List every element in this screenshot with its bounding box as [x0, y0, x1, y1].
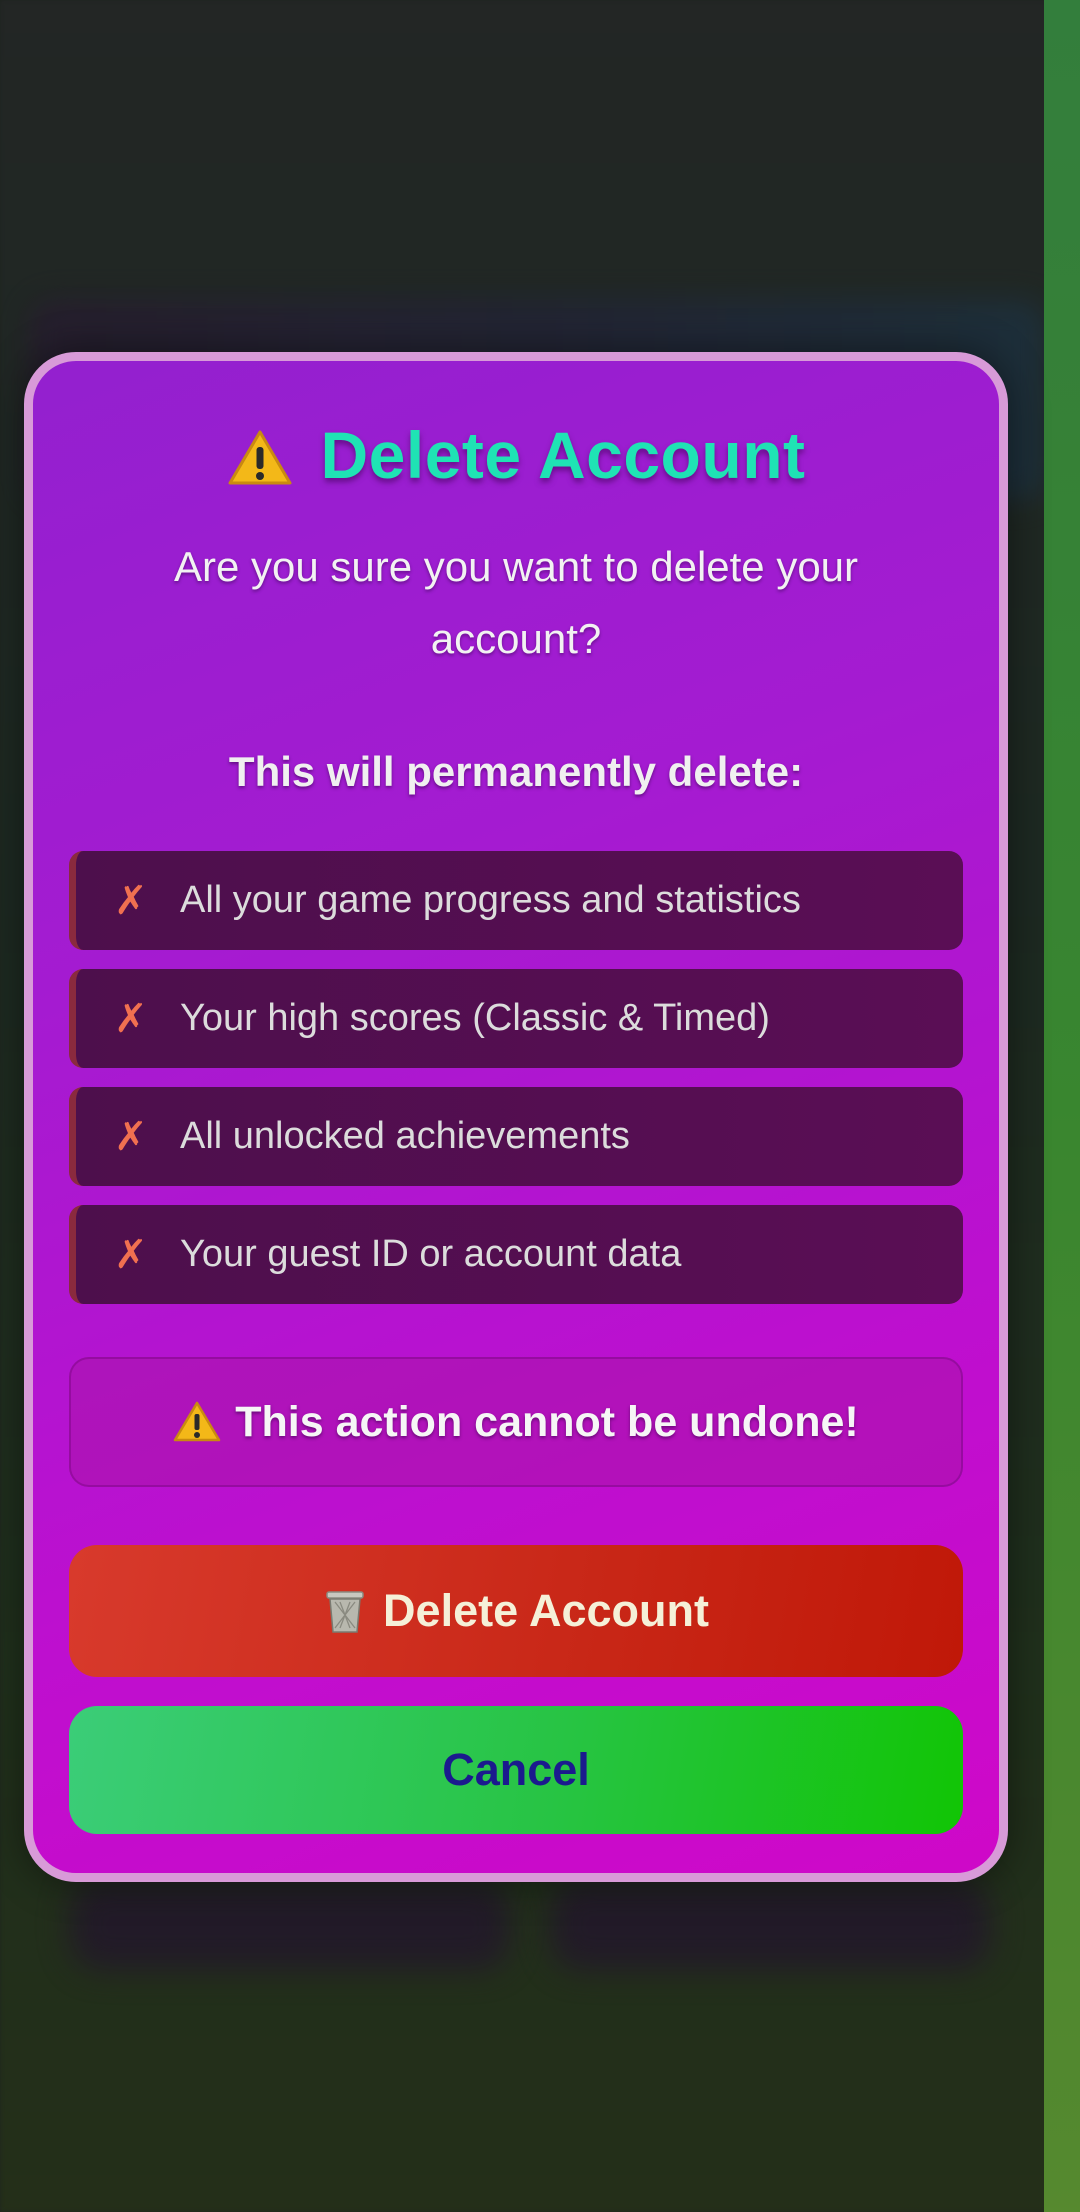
- list-item-text: Your guest ID or account data: [180, 1233, 682, 1275]
- list-item-text: All unlocked achievements: [180, 1115, 630, 1157]
- irreversible-warning-text: This action cannot be undone!: [235, 1397, 859, 1446]
- deletion-list: ✗ All your game progress and statistics …: [69, 851, 963, 1304]
- list-item: ✗ Your high scores (Classic & Timed): [69, 969, 963, 1068]
- list-item: ✗ All your game progress and statistics: [69, 851, 963, 950]
- delete-account-button[interactable]: Delete Account: [69, 1545, 963, 1677]
- list-item: ✗ Your guest ID or account data: [69, 1205, 963, 1304]
- delete-account-dialog: Delete Account Are you sure you want to …: [24, 352, 1008, 1882]
- deletion-subheading: This will permanently delete:: [228, 748, 804, 795]
- dialog-title: Delete Account: [320, 418, 806, 492]
- cross-icon: ✗: [114, 995, 148, 1042]
- list-item-text: Your high scores (Classic & Timed): [180, 997, 770, 1039]
- cross-icon: ✗: [114, 877, 148, 924]
- cross-icon: ✗: [114, 1231, 148, 1278]
- list-item-text: All your game progress and statistics: [180, 879, 801, 921]
- confirmation-question: Are you sure you want to delete your acc…: [173, 543, 859, 662]
- warning-icon: [227, 429, 293, 487]
- warning-icon: [173, 1401, 221, 1443]
- dialog-title-row: Delete Account: [33, 417, 999, 493]
- cancel-button[interactable]: Cancel: [69, 1706, 963, 1834]
- cross-icon: ✗: [114, 1113, 148, 1160]
- cancel-button-label: Cancel: [442, 1744, 590, 1795]
- delete-account-button-label: Delete Account: [383, 1585, 709, 1636]
- list-item: ✗ All unlocked achievements: [69, 1087, 963, 1186]
- trash-icon: [323, 1588, 367, 1634]
- irreversible-warning-box: This action cannot be undone!: [69, 1357, 963, 1487]
